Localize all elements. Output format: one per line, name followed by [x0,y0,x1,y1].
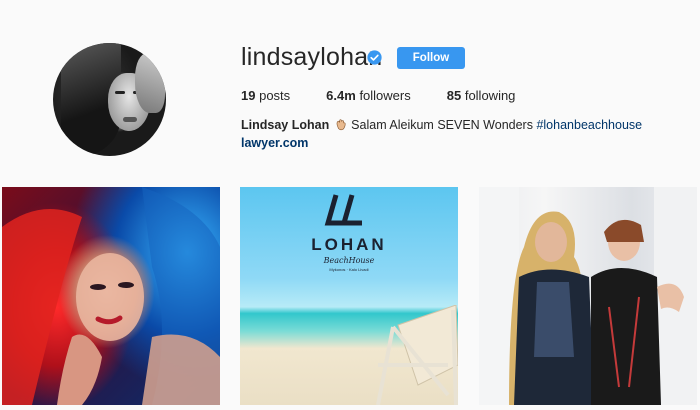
profile-website-link[interactable]: lawyer.com [241,136,308,150]
post-1-image [2,187,220,405]
post-thumbnail[interactable] [479,187,697,405]
verified-badge-icon [367,50,382,65]
avatar-eye [115,91,125,94]
beach-chair-image [376,305,458,405]
avatar-lips [123,117,137,122]
profile-avatar[interactable] [53,43,166,156]
followers-count: 6.4m [326,88,356,103]
post-thumbnail[interactable] [2,187,220,405]
waving-hand-emoji-icon [336,119,346,131]
post-thumbnail[interactable]: LOHAN BeachHouse Mykonos · Kalo Livadi [240,187,458,405]
posts-label: posts [259,88,291,103]
following-count: 85 [446,88,462,103]
profile-bio: Lindsay Lohan Salam Aleikum SEVEN Wonder… [241,118,642,132]
lohan-logo-icon [324,194,362,226]
followers-label: followers [359,88,411,103]
follow-button[interactable]: Follow [397,47,465,69]
bio-text: Salam Aleikum SEVEN Wonders [351,118,533,132]
following-label: following [464,88,516,103]
profile-username: lindsaylohan [241,43,383,71]
profile-stats: 19 posts 6.4m followers 85 following [241,88,551,103]
followers-stat[interactable]: 6.4m followers [326,88,411,103]
post-brand-text: LOHAN [311,235,387,254]
post-script-text: BeachHouse [323,256,375,265]
post-3-image [479,187,697,405]
post-location-text: Mykonos · Kalo Livadi [329,267,369,272]
following-stat[interactable]: 85 following [447,88,516,103]
avatar-hand [135,53,165,113]
profile-full-name: Lindsay Lohan [241,118,330,132]
posts-count: 19 [241,88,256,103]
posts-stat: 19 posts [241,88,290,103]
bio-hashtag-link[interactable]: #lohanbeachhouse [536,118,642,132]
